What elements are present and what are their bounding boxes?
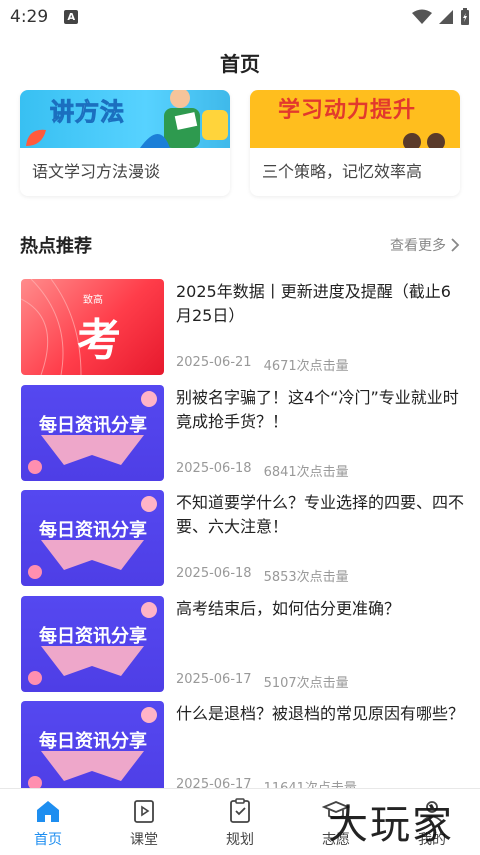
banner-text: 学习动力提升 [278,98,417,123]
status-time: 4:29 [10,7,49,27]
news-date: 2025-06-21 [176,355,252,370]
news-item[interactable]: 致高 考 2025年数据丨更新进度及提醒（截止6月25日） 2025-06-21… [0,278,480,384]
news-item[interactable]: 每日资讯分享 不知道要学什么？专业选择的四要、四不要、六大注意！ 2025-06… [0,489,480,595]
leaf-icon [26,129,46,146]
view-more-link[interactable]: 查看更多 [390,235,460,255]
news-title: 别被名字骗了！这4个“冷门”专业就业时竟成抢手货？！ [176,387,459,431]
nav-label: 规划 [226,832,254,848]
news-date: 2025-06-17 [176,671,252,687]
view-more-label: 查看更多 [390,238,446,254]
news-date: 2025-06-18 [176,460,252,476]
news-thumbnail: 每日资讯分享 [21,384,164,481]
video-icon [134,800,154,823]
glasses-icon [403,133,445,148]
thumb-big-text: 考 [77,315,121,366]
feature-card-chinese-method[interactable]: 讲方法 语文学习方法漫谈 [20,90,230,196]
news-thumbnail: 致高 考 [21,279,164,375]
card-banner: 学习动力提升 [250,90,460,148]
page-title: 首页 [220,51,260,76]
home-scroll[interactable]: 讲方法 语文学习方法漫谈 学习动力提升 三个策略，记忆效率高 热点推荐 查看更多 [0,90,480,788]
card-banner: 讲方法 [20,90,230,148]
news-item[interactable]: 每日资讯分享 什么是退档？被退档的常见原因有哪些？ 2025-06-17 116… [0,700,480,788]
wifi-icon [412,9,432,24]
news-meta: 2025-06-21 4671次点击量 [176,355,349,374]
card-label: 语文学习方法漫谈 [32,162,161,181]
news-item[interactable]: 每日资讯分享 高考结束后，如何估分更准确？ 2025-06-17 5107次点击… [0,595,480,701]
news-views: 6841次点击量 [263,464,349,480]
news-list: 致高 考 2025年数据丨更新进度及提醒（截止6月25日） 2025-06-21… [0,278,480,788]
banner-text: 讲方法 [50,98,125,127]
news-thumbnail: 每日资讯分享 [21,595,164,692]
nav-home[interactable]: 首页 [0,789,96,855]
news-item[interactable]: 每日资讯分享 别被名字骗了！这4个“冷门”专业就业时竟成抢手货？！ 2025-0… [0,384,480,490]
nav-classroom[interactable]: 课堂 [96,789,192,855]
news-meta: 2025-06-17 5107次点击量 [176,672,349,691]
nav-planning[interactable]: 规划 [192,789,288,855]
news-views: 4671次点击量 [263,359,349,374]
daily-news-poster-icon: 每日资讯分享 [28,707,157,788]
daily-news-poster-icon: 每日资讯分享 [28,601,157,685]
news-title: 什么是退档？被退档的常见原因有哪些？ [176,704,465,723]
news-meta: 2025-06-17 11641次点击量 [176,777,357,788]
news-date: 2025-06-18 [176,566,252,581]
hot-recommend-header: 热点推荐 查看更多 [20,230,460,260]
news-title: 高考结束后，如何估分更准确？ [176,598,401,618]
thumb-small-text: 致高 [83,293,103,306]
news-date: 2025-06-17 [176,777,252,788]
news-views: 11641次点击量 [264,777,357,788]
news-meta: 2025-06-18 6841次点击量 [176,461,349,480]
nav-label: 首页 [34,832,62,848]
nav-label: 课堂 [130,832,158,848]
home-icon [37,801,59,822]
status-bar: 4:29 A [0,0,480,34]
section-title: 热点推荐 [20,236,92,257]
news-meta: 2025-06-18 5853次点击量 [176,566,349,585]
thumb-text: 每日资讯分享 [39,730,147,752]
student-illustration-icon [140,90,228,148]
news-views: 5853次点击量 [263,570,349,585]
news-thumbnail: 每日资讯分享 [21,490,164,586]
daily-news-poster-icon: 每日资讯分享 [28,496,157,579]
news-views: 5107次点击量 [263,675,349,691]
thumb-text: 每日资讯分享 [39,519,147,541]
battery-icon [461,8,469,25]
news-thumbnail: 每日资讯分享 [21,701,164,788]
app-header: 首页 [0,34,480,90]
status-icons [412,8,470,26]
daily-news-poster-icon: 每日资讯分享 [28,390,157,474]
chevron-right-icon [451,238,460,252]
feature-card-motivation[interactable]: 学习动力提升 三个策略，记忆效率高 [250,90,460,196]
signal-icon [439,10,453,24]
watermark: 大玩家 [328,802,454,848]
thumb-text: 每日资讯分享 [39,625,147,647]
exam-poster-icon: 致高 考 [21,279,121,375]
thumb-text: 每日资讯分享 [39,414,147,436]
card-label: 三个策略，记忆效率高 [262,162,423,181]
news-title: 2025年数据丨更新进度及提醒（截止6月25日） [176,282,451,325]
notification-icon: A [64,10,79,24]
news-title: 不知道要学什么？专业选择的四要、四不要、六大注意！ [176,493,465,536]
clipboard-icon [230,798,250,823]
